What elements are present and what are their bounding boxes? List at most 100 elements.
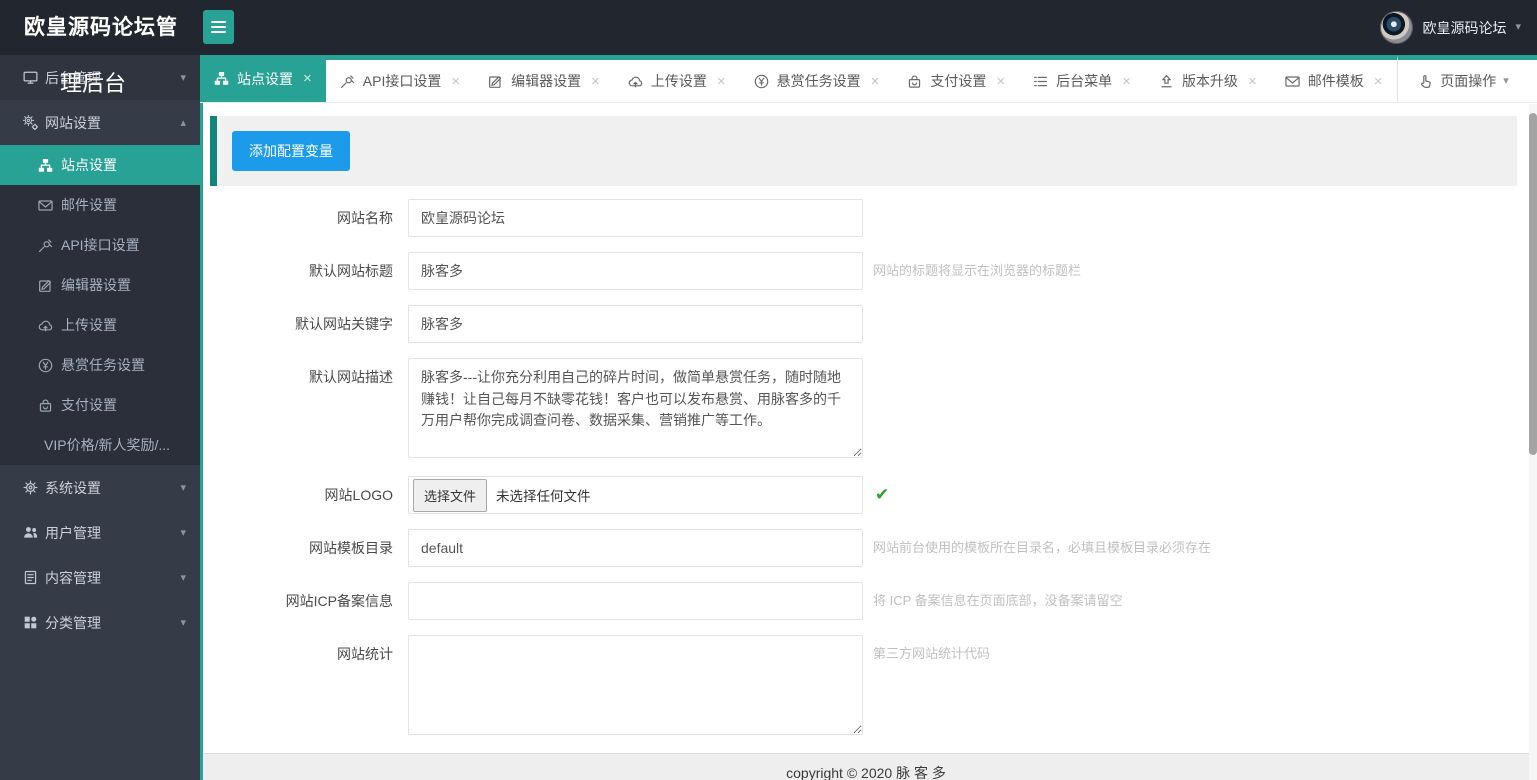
tab-close-icon[interactable]: × — [451, 73, 460, 90]
form-row: 默认网站描述 脉客多---让你充分利用自己的碎片时间，做简单悬赏任务，随时随地赚钱… — [203, 358, 1529, 461]
hamburger-icon — [211, 21, 226, 33]
settings-form: 网站名称默认网站标题 网站的标题将显示在浏览器的标题栏默认网站关键字默认网站描述脉… — [203, 199, 1529, 738]
sidebar-item-label: 后台管理 — [45, 69, 101, 86]
sidebar-subitem[interactable]: API接口设置 — [0, 225, 200, 265]
toolbar: 添加配置变量 — [217, 116, 1517, 186]
sidebar-subitem-label: 站点设置 — [61, 157, 117, 173]
sidebar-subitem[interactable]: 悬赏任务设置 — [0, 345, 200, 385]
sidebar-subitem[interactable]: VIP价格/新人奖励/... — [0, 425, 200, 465]
tab-item[interactable]: 邮件模板 × — [1271, 60, 1397, 102]
top-bar: 欧皇源码论坛管 欧皇源码论坛 ▾ — [0, 0, 1537, 55]
field-control: 选择文件 未选择任何文件 — [408, 476, 863, 514]
scrollbar-track[interactable] — [1529, 104, 1537, 780]
page-actions-button[interactable]: 页面操作 ▾ — [1397, 55, 1529, 102]
tab-label: 支付设置 — [930, 73, 987, 89]
sidebar-item-label: 用户管理 — [45, 524, 101, 541]
tab-close-icon[interactable]: × — [871, 73, 880, 90]
edit-icon — [38, 278, 53, 293]
sidebar-item-admin-home[interactable]: 后台管理 理后台 ▾ — [0, 55, 200, 100]
chevron-down-icon: ▾ — [180, 72, 186, 84]
main-content: 添加配置变量 网站名称默认网站标题 网站的标题将显示在浏览器的标题栏默认网站关键字… — [200, 103, 1529, 780]
sidebar-subitem[interactable]: 编辑器设置 — [0, 265, 200, 305]
field-label: 默认网站标题 — [309, 263, 393, 279]
bag-icon — [38, 398, 53, 413]
tab-label: API接口设置 — [362, 73, 442, 89]
tab-close-icon[interactable]: × — [1248, 73, 1257, 90]
tab-label: 后台菜单 — [1056, 73, 1113, 89]
scrollbar-thumb[interactable] — [1529, 113, 1537, 455]
sidebar-subitem[interactable]: 邮件设置 — [0, 185, 200, 225]
form-text-input[interactable] — [408, 252, 863, 290]
yen-icon — [38, 358, 53, 373]
tab-item[interactable]: 支付设置 × — [893, 60, 1019, 102]
file-input[interactable]: 选择文件 未选择任何文件 — [408, 476, 863, 514]
tab-close-icon[interactable]: × — [717, 73, 726, 90]
tab-close-icon[interactable]: × — [1374, 73, 1383, 90]
tab-close-icon[interactable]: × — [996, 73, 1005, 90]
sidebar-item[interactable]: 内容管理 ▾ — [0, 555, 200, 600]
form-text-input[interactable] — [408, 199, 863, 237]
file-status-text: 未选择任何文件 — [496, 489, 591, 504]
field-label: 默认网站关键字 — [295, 316, 393, 332]
field-control — [408, 529, 863, 567]
form-text-input[interactable] — [408, 529, 863, 567]
doc-icon — [23, 570, 38, 585]
sidebar-subitem-label: 悬赏任务设置 — [61, 357, 145, 373]
page-actions-label: 页面操作 — [1440, 73, 1497, 89]
field-hint: 第三方网站统计代码 — [873, 646, 991, 661]
field-hint: 网站的标题将显示在浏览器的标题栏 — [873, 263, 1082, 278]
plug-icon — [38, 238, 53, 253]
field-control — [408, 252, 863, 290]
form-textarea[interactable]: 脉客多---让你充分利用自己的碎片时间，做简单悬赏任务，随时随地赚钱！让自己每月… — [408, 358, 863, 458]
tab-item[interactable]: 悬赏任务设置 × — [740, 60, 894, 102]
users-icon — [23, 525, 38, 540]
sidebar-toggle-button[interactable] — [203, 10, 234, 44]
sidebar-subitem-label: 上传设置 — [61, 317, 117, 333]
tab-item[interactable]: 后台菜单 × — [1019, 60, 1145, 102]
tab-label: 版本升级 — [1181, 73, 1238, 89]
sidebar-item[interactable]: 分类管理 ▾ — [0, 600, 200, 645]
sidebar-subitem[interactable]: 上传设置 — [0, 305, 200, 345]
user-menu[interactable]: 欧皇源码论坛 ▾ — [1380, 0, 1521, 55]
tab-close-icon[interactable]: × — [1122, 73, 1131, 90]
field-label: 网站名称 — [337, 210, 393, 226]
choose-file-button[interactable]: 选择文件 — [413, 478, 488, 512]
chevron-down-icon: ▾ — [180, 482, 186, 494]
form-row: 默认网站标题 网站的标题将显示在浏览器的标题栏 — [203, 252, 1529, 290]
field-label: 默认网站描述 — [309, 369, 393, 385]
add-config-variable-button[interactable]: 添加配置变量 — [232, 131, 350, 171]
sidebar: 后台管理 理后台 ▾ 网站设置 ▴ 站点设置邮件设置 API接口设置编辑器设置上传设置悬赏任… — [0, 55, 200, 780]
tab-item[interactable]: 上传设置 × — [614, 60, 740, 102]
form-textarea[interactable] — [408, 635, 863, 735]
field-control — [408, 305, 863, 343]
bag-icon — [907, 74, 922, 89]
tab-close-icon[interactable]: × — [303, 70, 312, 87]
sidebar-subitem-label: 编辑器设置 — [61, 277, 131, 293]
form-row: 网站LOGO 选择文件 未选择任何文件 ✔ — [203, 476, 1529, 514]
sidebar-item[interactable]: 系统设置 ▾ — [0, 465, 200, 510]
chevron-down-icon: ▾ — [1515, 21, 1521, 33]
form-row: 网站ICP备案信息 将 ICP 备案信息在页面底部，没备案请留空 — [203, 582, 1529, 620]
tab-item[interactable]: 编辑器设置 × — [474, 60, 614, 102]
form-row: 网站模板目录 网站前台使用的模板所在目录名，必填且模板目录必须存在 — [203, 529, 1529, 567]
tab-label: 站点设置 — [237, 70, 293, 87]
field-label: 网站ICP备案信息 — [285, 593, 393, 609]
form-text-input[interactable] — [408, 582, 863, 620]
sidebar-subitem-label: VIP价格/新人奖励/... — [44, 437, 171, 453]
tab-item[interactable]: 版本升级 × — [1145, 60, 1271, 102]
sidebar-item-label: 网站设置 — [45, 114, 101, 131]
sidebar-item-website-settings[interactable]: 网站设置 ▴ — [0, 100, 200, 145]
tab-item[interactable]: 站点设置 × — [200, 60, 326, 102]
tab-close-icon[interactable]: × — [591, 73, 600, 90]
form-text-input[interactable] — [408, 305, 863, 343]
field-label: 网站统计 — [337, 646, 393, 662]
sidebar-item[interactable]: 用户管理 ▾ — [0, 510, 200, 555]
monitor-icon — [23, 70, 38, 85]
footer: copyright © 2020 脉 客 多 — [203, 753, 1529, 780]
field-hint: 将 ICP 备案信息在页面底部，没备案请留空 — [873, 593, 1123, 608]
gears-icon — [23, 115, 38, 130]
sitemap-icon — [214, 71, 229, 86]
sidebar-subitem[interactable]: 站点设置 — [0, 145, 200, 185]
tab-item[interactable]: API接口设置 × — [326, 60, 474, 102]
sidebar-subitem[interactable]: 支付设置 — [0, 385, 200, 425]
